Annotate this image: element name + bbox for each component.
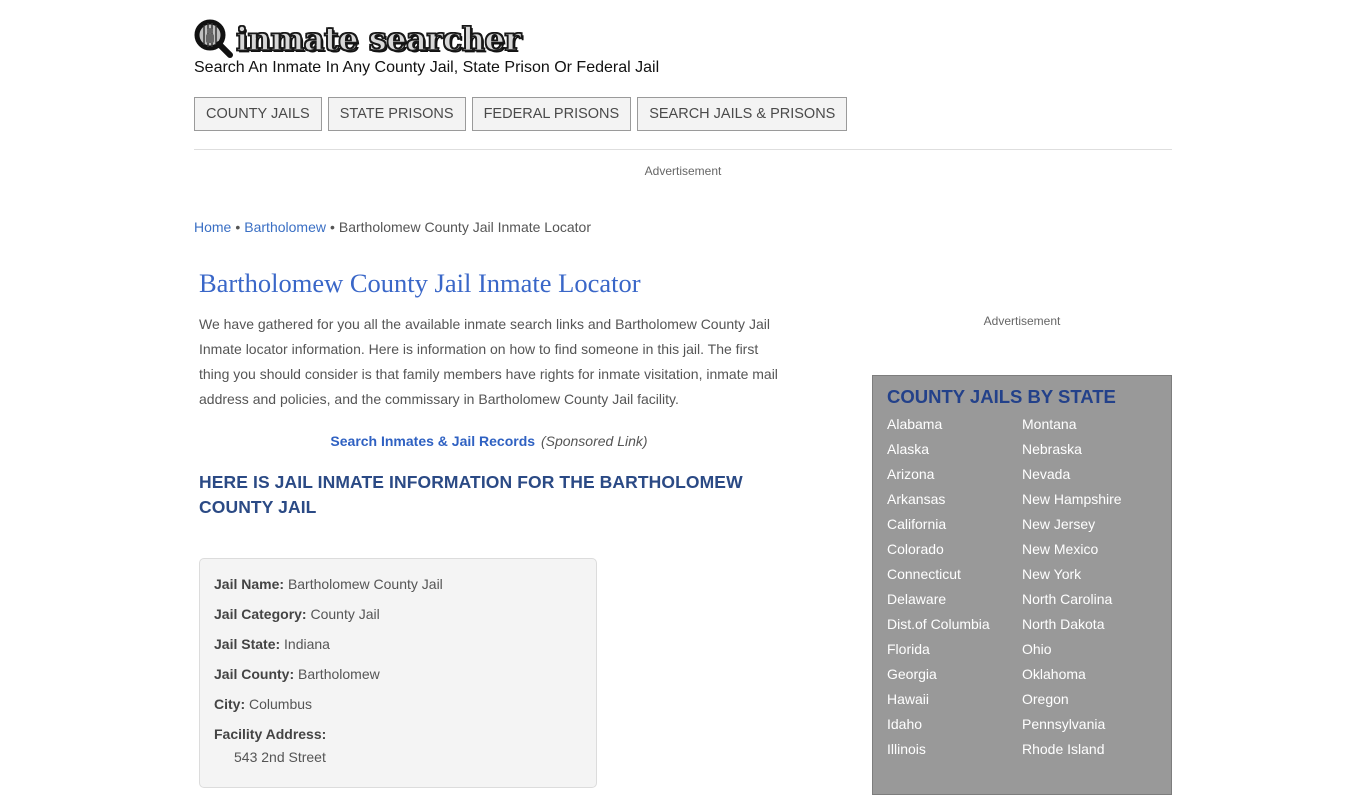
breadcrumb-current: Bartholomew County Jail Inmate Locator bbox=[338, 219, 591, 235]
state-link[interactable]: Idaho bbox=[887, 712, 1022, 737]
facility-address-line: 543 2nd Street bbox=[234, 749, 326, 765]
state-link[interactable]: Montana bbox=[1022, 412, 1162, 437]
state-link[interactable]: Arizona bbox=[887, 462, 1022, 487]
jail-info-box: Jail Name: Bartholomew County Jail Jail … bbox=[199, 558, 597, 788]
state-link[interactable]: Rhode Island bbox=[1022, 737, 1162, 762]
main-content: Bartholomew County Jail Inmate Locator W… bbox=[199, 266, 779, 520]
breadcrumb-home[interactable]: Home bbox=[194, 219, 231, 235]
breadcrumb-separator: • bbox=[235, 219, 241, 235]
state-link[interactable]: California bbox=[887, 512, 1022, 537]
state-link[interactable]: New Mexico bbox=[1022, 537, 1162, 562]
nav-state-prisons[interactable]: STATE PRISONS bbox=[327, 97, 466, 131]
state-link[interactable]: Illinois bbox=[887, 737, 1022, 762]
state-link[interactable]: Hawaii bbox=[887, 687, 1022, 712]
county-jails-by-state: COUNTY JAILS BY STATE Alabama Montana Alas… bbox=[872, 375, 1172, 795]
nav-county-jails[interactable]: COUNTY JAILS bbox=[194, 97, 322, 131]
magnifier-inmate-icon bbox=[194, 19, 234, 59]
logo-text: inmate searcher bbox=[235, 20, 522, 58]
state-link[interactable]: Dist.of Columbia bbox=[887, 612, 1022, 637]
state-link[interactable]: Ohio bbox=[1022, 637, 1162, 662]
main-nav: COUNTY JAILS STATE PRISONS FEDERAL PRISO… bbox=[194, 97, 848, 131]
state-link[interactable]: North Carolina bbox=[1022, 587, 1162, 612]
breadcrumb-county[interactable]: Bartholomew bbox=[244, 219, 326, 235]
search-inmates-link[interactable]: Search Inmates & Jail Records bbox=[330, 433, 535, 449]
site-tagline: Search An Inmate In Any County Jail, Sta… bbox=[194, 59, 660, 76]
state-link[interactable]: Delaware bbox=[887, 587, 1022, 612]
section-heading: HERE IS JAIL INMATE INFORMATION FOR THE … bbox=[199, 472, 743, 517]
advertisement-label: Advertisement bbox=[644, 164, 722, 178]
state-link[interactable]: Nebraska bbox=[1022, 437, 1162, 462]
state-link[interactable]: Georgia bbox=[887, 662, 1022, 687]
info-city: City: Columbus bbox=[214, 696, 313, 712]
state-list-title: COUNTY JAILS BY STATE bbox=[887, 386, 1116, 407]
state-link[interactable]: Florida bbox=[887, 637, 1022, 662]
header-divider bbox=[194, 149, 1172, 150]
state-link[interactable]: New Jersey bbox=[1022, 512, 1162, 537]
sponsored-link-row: Search Inmates & Jail Records (Sponsored… bbox=[199, 433, 779, 449]
state-link[interactable]: Pennsylvania bbox=[1022, 712, 1162, 737]
intro-paragraph: We have gathered for you all the availab… bbox=[199, 316, 778, 407]
state-link[interactable]: New York bbox=[1022, 562, 1162, 587]
state-link[interactable]: Oregon bbox=[1022, 687, 1162, 712]
state-link[interactable]: Alaska bbox=[887, 437, 1022, 462]
sidebar-advertisement-label: Advertisement bbox=[983, 314, 1061, 328]
breadcrumb: Home • Bartholomew • Bartholomew County Jail… bbox=[194, 219, 591, 235]
breadcrumb-separator: • bbox=[329, 219, 335, 235]
state-link[interactable]: New Hampshire bbox=[1022, 487, 1162, 512]
nav-federal-prisons[interactable]: FEDERAL PRISONS bbox=[471, 97, 632, 131]
page-title: Bartholomew County Jail Inmate Locator bbox=[199, 268, 641, 298]
state-list: Alabama Montana Alaska Nebraska Arizona Nevad… bbox=[887, 412, 1157, 762]
info-jail-category: Jail Category: County Jail bbox=[214, 606, 380, 622]
state-link[interactable]: North Dakota bbox=[1022, 612, 1162, 637]
info-jail-name: Jail Name: Bartholomew County Jail bbox=[214, 576, 443, 592]
state-link[interactable]: Colorado bbox=[887, 537, 1022, 562]
info-jail-state: Jail State: Indiana bbox=[214, 636, 330, 652]
nav-search-jails-prisons[interactable]: SEARCH JAILS & PRISONS bbox=[637, 97, 848, 131]
state-link[interactable]: Alabama bbox=[887, 412, 1022, 437]
state-link[interactable]: Arkansas bbox=[887, 487, 1022, 512]
state-link[interactable]: Oklahoma bbox=[1022, 662, 1162, 687]
state-link[interactable]: Connecticut bbox=[887, 562, 1022, 587]
state-link[interactable]: Nevada bbox=[1022, 462, 1162, 487]
sponsored-note: (Sponsored Link) bbox=[540, 433, 648, 449]
info-jail-county: Jail County: Bartholomew bbox=[214, 666, 380, 682]
site-logo[interactable]: inmate searcher bbox=[194, 18, 522, 60]
